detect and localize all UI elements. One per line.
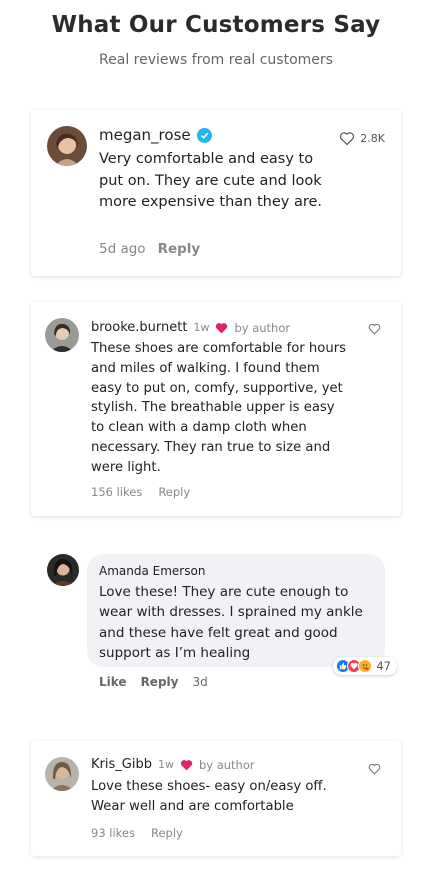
review-card: brooke.burnett 1w by author These shoes … (31, 302, 401, 516)
avatar[interactable] (47, 126, 87, 166)
review-username[interactable]: megan_rose (99, 126, 191, 144)
reply-button[interactable]: Reply (151, 826, 183, 840)
review-meta: 156 likes Reply (91, 485, 190, 499)
like-count[interactable]: 156 likes (91, 485, 142, 499)
heart-outline-icon[interactable] (368, 323, 381, 335)
review-header: brooke.burnett 1w by author (91, 320, 290, 335)
review-meta: 5d ago Reply (99, 241, 200, 257)
review-header: Kris_Gibb 1w by author (91, 757, 255, 772)
review-card: megan_rose 2.8K Very comfortable and eas… (31, 110, 401, 276)
review-text: Love these! They are cute enough to wear… (99, 584, 363, 661)
reply-button[interactable]: Reply (158, 485, 190, 499)
avatar[interactable] (45, 318, 79, 352)
heart-outline-icon (340, 132, 355, 146)
like-control[interactable]: 2.8K (339, 131, 385, 146)
review-username[interactable]: brooke.burnett (91, 320, 187, 335)
review-text: Love these shoes- easy on/easy off. Wear… (91, 779, 327, 814)
reply-button[interactable]: Reply (158, 241, 201, 257)
reply-button[interactable]: Reply (141, 675, 179, 689)
page-title: What Our Customers Say (51, 12, 381, 38)
review-time: 1w (193, 321, 210, 334)
review-meta: 93 likes Reply (91, 826, 183, 840)
avatar[interactable] (45, 757, 79, 791)
reaction-summary[interactable]: 47 (333, 657, 397, 675)
comment-bubble: Amanda Emerson Love these! They are cute… (87, 554, 397, 675)
review-card: Kris_Gibb 1w by author Love these shoes-… (31, 741, 401, 856)
heart-outline-icon[interactable] (368, 763, 381, 775)
review-text: Very comfortable and easy to put on. The… (99, 151, 323, 210)
review-text: These shoes are comfortable for hours an… (91, 341, 346, 475)
review-card: Amanda Emerson Love these! They are cute… (31, 536, 401, 718)
avatar[interactable] (47, 554, 79, 586)
review-username[interactable]: Amanda Emerson (99, 564, 205, 578)
like-button[interactable]: Like (99, 675, 127, 689)
review-time: 1w (157, 758, 174, 771)
by-author-label: by author (234, 320, 291, 335)
review-time: 3d (192, 675, 208, 689)
review-username-row: megan_rose (99, 126, 212, 144)
review-username[interactable]: Kris_Gibb (91, 757, 152, 772)
care-reaction-icon (358, 659, 373, 673)
page-subtitle: Real reviews from real customers (99, 52, 333, 68)
like-count: 2.8K (360, 132, 385, 145)
reaction-count: 47 (376, 659, 391, 673)
comment-actions: Like Reply 3d (99, 675, 208, 689)
by-author-label: by author (198, 757, 255, 772)
author-heart-icon (216, 322, 228, 333)
author-heart-icon (180, 759, 193, 770)
like-count[interactable]: 93 likes (91, 826, 135, 840)
review-time: 5d ago (99, 241, 146, 257)
verified-badge-icon (196, 127, 212, 143)
